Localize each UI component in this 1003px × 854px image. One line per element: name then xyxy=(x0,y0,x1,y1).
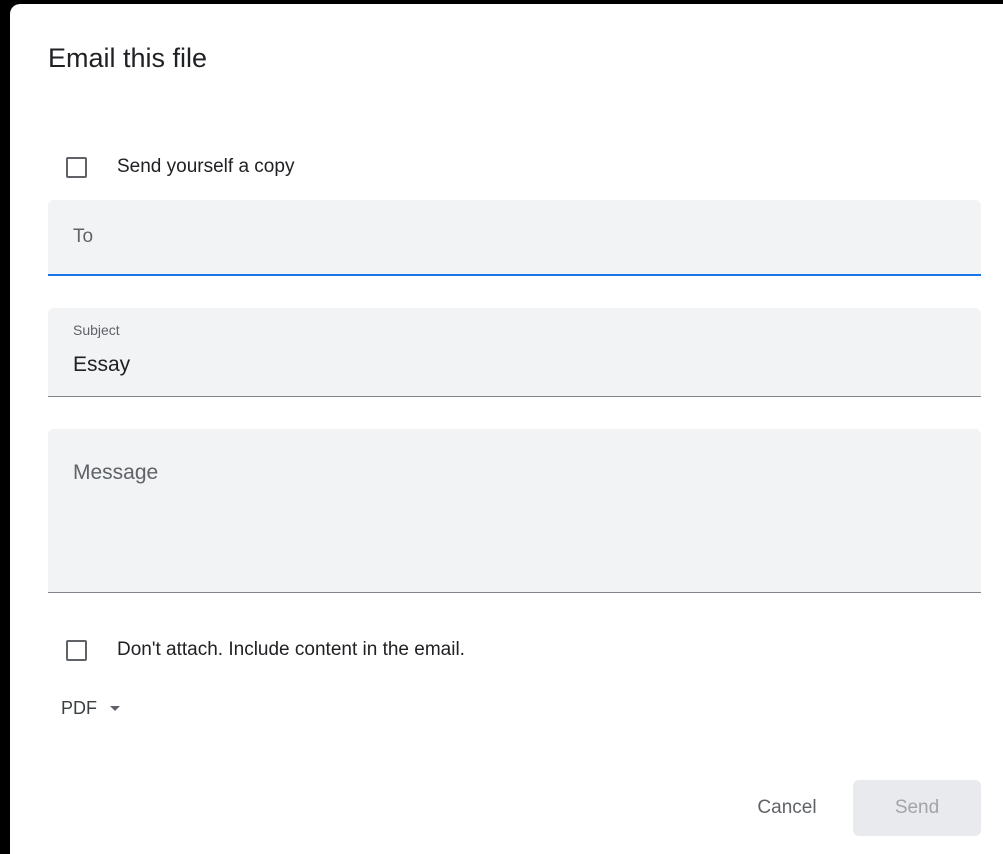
dont-attach-option[interactable]: Don't attach. Include content in the ema… xyxy=(66,636,465,664)
subject-field[interactable]: Subject xyxy=(48,308,981,397)
subject-input[interactable] xyxy=(73,350,953,380)
send-button[interactable]: Send xyxy=(853,780,981,836)
dont-attach-label: Don't attach. Include content in the ema… xyxy=(117,639,465,660)
to-field[interactable] xyxy=(48,200,981,276)
send-copy-label: Send yourself a copy xyxy=(117,156,295,177)
dont-attach-checkbox[interactable] xyxy=(66,639,87,661)
subject-label: Subject xyxy=(73,322,120,338)
cancel-button[interactable]: Cancel xyxy=(737,780,837,836)
caret-down-icon xyxy=(110,705,120,711)
format-dropdown[interactable]: PDF xyxy=(61,694,120,722)
message-input[interactable] xyxy=(73,459,953,569)
to-input[interactable] xyxy=(73,223,953,251)
format-selected-value: PDF xyxy=(61,697,97,718)
dialog-title: Email this file xyxy=(48,43,208,73)
send-copy-checkbox[interactable] xyxy=(66,156,87,178)
send-copy-option[interactable]: Send yourself a copy xyxy=(66,153,294,181)
email-file-dialog: Email this file Send yourself a copy Sub… xyxy=(10,4,1003,854)
message-field[interactable] xyxy=(48,429,981,593)
